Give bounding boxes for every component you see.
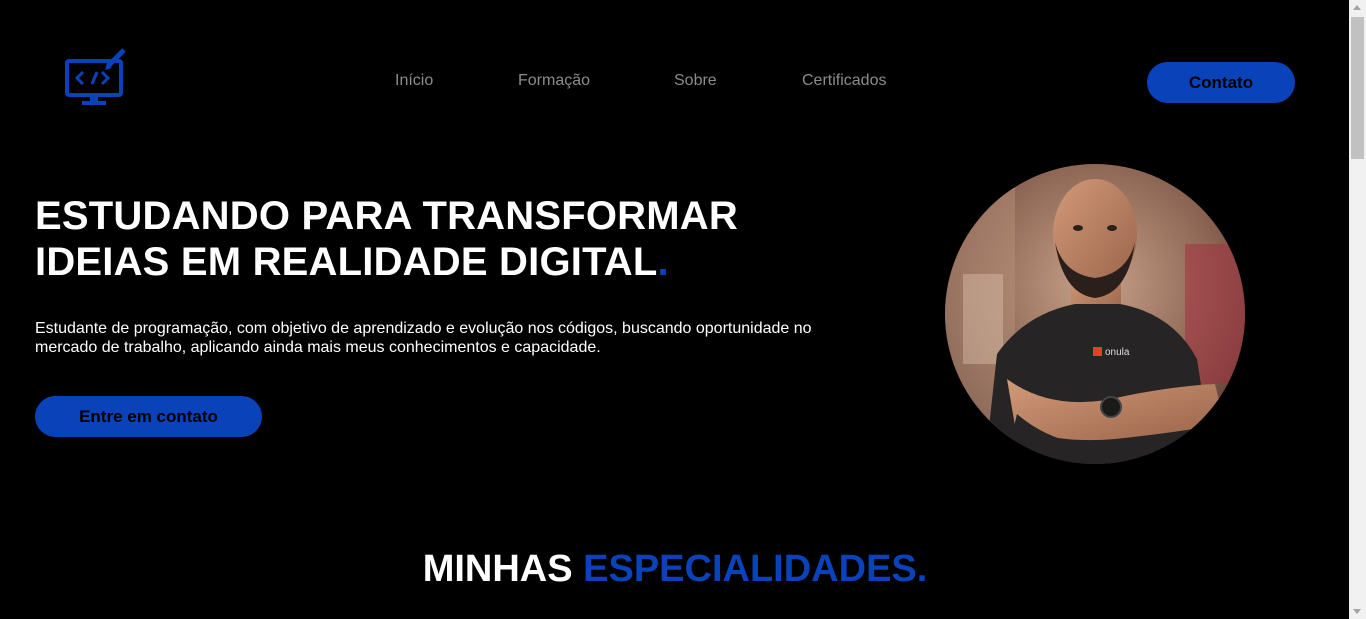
- hero-title-line2: IDEIAS EM REALIDADE DIGITAL: [35, 240, 658, 284]
- contact-button[interactable]: Contato: [1147, 62, 1295, 103]
- profile-photo: onula: [945, 164, 1245, 464]
- scroll-thumb[interactable]: [1351, 17, 1364, 159]
- specialties-title: MINHAS ESPECIALIDADES.: [0, 546, 1350, 592]
- get-in-touch-button[interactable]: Entre em contato: [35, 396, 262, 437]
- hero-title-line1: ESTUDANDO PARA TRANSFORMAR: [35, 194, 738, 238]
- specialties-title-part1: MINHAS: [422, 548, 573, 590]
- hero-title-dot: .: [657, 240, 669, 284]
- nav-item-sobre[interactable]: Sobre: [674, 72, 717, 90]
- hero-description: Estudante de programação, com objetivo d…: [35, 320, 812, 356]
- scroll-up-icon[interactable]: [1353, 5, 1361, 10]
- shirt-text: onula: [1105, 347, 1130, 358]
- page: Início Formação Sobre Certificados Conta…: [0, 0, 1366, 619]
- vertical-scrollbar[interactable]: [1349, 0, 1366, 619]
- scroll-down-icon[interactable]: [1353, 609, 1361, 614]
- nav-item-formacao[interactable]: Formação: [518, 72, 590, 90]
- specialties-title-part2: ESPECIALIDADES.: [583, 548, 928, 590]
- nav-item-inicio[interactable]: Início: [395, 72, 433, 90]
- nav-item-certificados[interactable]: Certificados: [802, 72, 886, 90]
- hero-title: ESTUDANDO PARA TRANSFORMAR IDEIAS EM REA…: [35, 193, 738, 285]
